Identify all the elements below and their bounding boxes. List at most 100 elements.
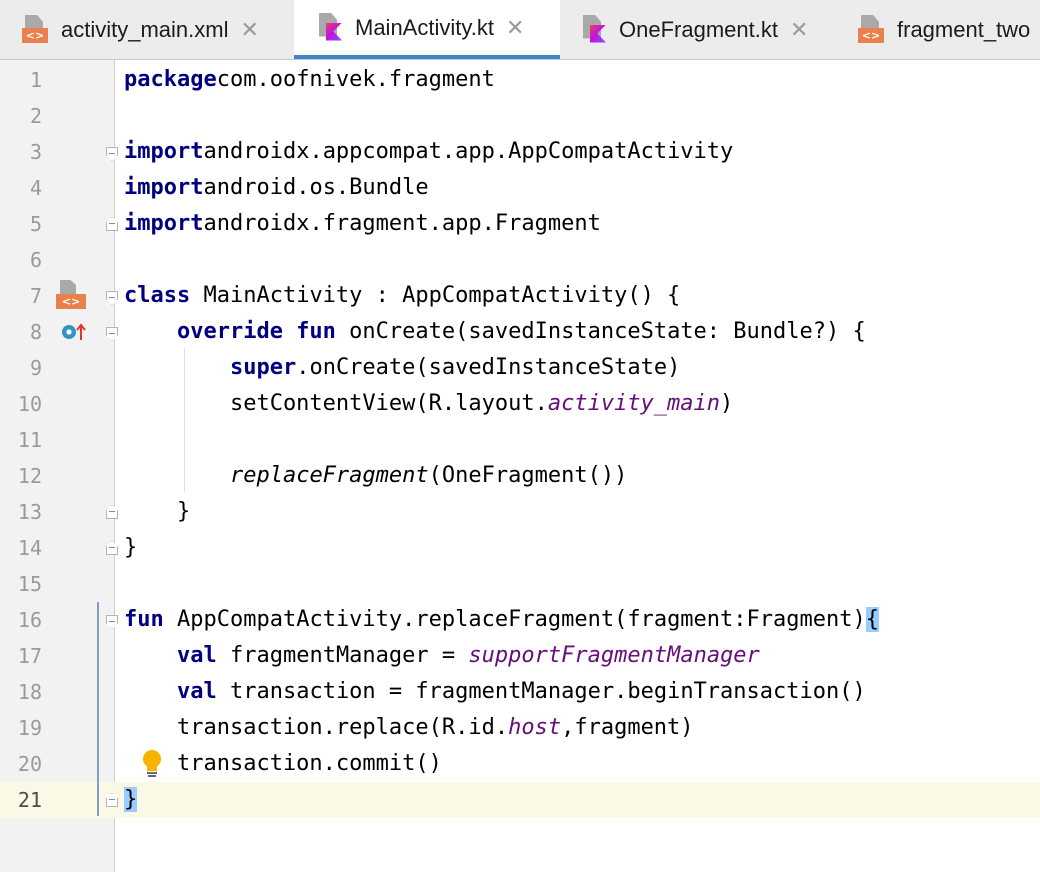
code-text[interactable]: transaction.commit() xyxy=(124,746,442,782)
code-token: ) xyxy=(720,391,734,416)
code-token: } xyxy=(124,787,138,812)
scope-indicator xyxy=(97,602,99,816)
line-number: 2 xyxy=(29,104,42,128)
keyword-token: class xyxy=(124,283,191,308)
code-line[interactable]: 19 transaction.replace(R.id.host,fragmen… xyxy=(0,710,1040,746)
line-number: 19 xyxy=(17,716,42,740)
code-token: androidx.fragment.app.Fragment xyxy=(203,211,601,236)
line-number: 3 xyxy=(29,140,42,164)
tab-label: OneFragment.kt xyxy=(619,16,778,42)
keyword-token: super xyxy=(229,355,297,380)
close-icon[interactable]: ✕ xyxy=(790,17,808,43)
code-line[interactable]: 18 val transaction = fragmentManager.beg… xyxy=(0,674,1040,710)
line-number: 1 xyxy=(29,68,42,92)
line-number: 20 xyxy=(17,752,42,776)
code-token: } xyxy=(124,535,138,560)
code-line[interactable]: 14} xyxy=(0,530,1040,566)
code-text[interactable]: val transaction = fragmentManager.beginT… xyxy=(124,674,866,710)
code-text[interactable]: packagecom.oofnivek.fragment xyxy=(124,62,495,98)
code-token: com.oofnivek.fragment xyxy=(216,67,495,92)
code-line[interactable]: 10 setContentView(R.layout.activity_main… xyxy=(0,386,1040,422)
code-token: .onCreate(savedInstanceState) xyxy=(296,355,681,380)
code-line[interactable]: 6 xyxy=(0,242,1040,278)
kotlin-file-icon xyxy=(316,12,342,43)
code-token: onCreate(savedInstanceState: Bundle?) { xyxy=(335,319,866,344)
line-number: 21 xyxy=(17,788,42,812)
code-line[interactable]: 11 xyxy=(0,422,1040,458)
close-icon[interactable]: ✕ xyxy=(506,15,524,41)
code-text[interactable]: } xyxy=(124,530,137,566)
indent-guide xyxy=(184,348,185,492)
tab-one-fragment-kt[interactable]: OneFragment.kt ✕ xyxy=(560,0,836,59)
code-line[interactable]: 15 xyxy=(0,566,1040,602)
code-line[interactable]: 21} xyxy=(0,782,1040,818)
code-line[interactable]: 4 importandroid.os.Bundle xyxy=(0,170,1040,206)
tab-label: activity_main.xml xyxy=(61,16,229,42)
code-text[interactable]: importandroid.os.Bundle xyxy=(124,170,429,206)
code-token: } xyxy=(124,499,191,524)
code-token: transaction = fragmentManager.beginTrans… xyxy=(216,679,866,704)
code-text[interactable]: replaceFragment(OneFragment()) xyxy=(124,458,627,494)
lightbulb-icon[interactable] xyxy=(142,750,162,778)
code-text[interactable]: importandroidx.appcompat.app.AppCompatAc… xyxy=(124,134,733,170)
code-line[interactable]: 1 packagecom.oofnivek.fragment xyxy=(0,62,1040,98)
code-text[interactable]: override fun onCreate(savedInstanceState… xyxy=(124,314,866,350)
line-number: 18 xyxy=(17,680,42,704)
code-line[interactable]: 13 } xyxy=(0,494,1040,530)
line-number: 10 xyxy=(17,392,42,416)
code-text[interactable]: setContentView(R.layout.activity_main) xyxy=(124,386,733,422)
code-line[interactable]: 5 importandroidx.fragment.app.Fragment xyxy=(0,206,1040,242)
xml-layout-icon[interactable]: <> xyxy=(56,280,86,310)
tab-main-activity-kt[interactable]: MainActivity.kt ✕ xyxy=(294,0,560,59)
code-token: supportFragmentManager xyxy=(468,643,760,668)
code-text[interactable]: class MainActivity : AppCompatActivity()… xyxy=(124,278,680,314)
code-text[interactable]: transaction.replace(R.id.host,fragment) xyxy=(124,710,694,746)
code-text[interactable]: super.onCreate(savedInstanceState) xyxy=(124,350,680,386)
code-text[interactable]: fun AppCompatActivity.replaceFragment(fr… xyxy=(124,602,879,638)
editor-tab-bar: <> activity_main.xml ✕ MainActivity.kt ✕… xyxy=(0,0,1040,60)
line-number: 16 xyxy=(17,608,42,632)
keyword-token: fun xyxy=(124,607,164,632)
keyword-token: import xyxy=(124,211,204,236)
override-method-icon[interactable] xyxy=(60,320,88,344)
code-text[interactable]: } xyxy=(124,494,190,530)
code-line[interactable]: 7 class MainActivity : AppCompatActivity(… xyxy=(0,278,1040,314)
tab-fragment-two-xml[interactable]: <> fragment_two xyxy=(836,0,1040,59)
tab-label: fragment_two xyxy=(897,16,1031,42)
code-text[interactable]: val fragmentManager = supportFragmentMan… xyxy=(124,638,760,674)
keyword-token: override fun xyxy=(176,319,336,344)
line-number: 15 xyxy=(17,572,42,596)
code-line[interactable]: 8 override fun onCreate(savedInstanceSta… xyxy=(0,314,1040,350)
line-number: 6 xyxy=(29,248,42,272)
code-text[interactable]: } xyxy=(124,782,138,818)
code-line[interactable]: 12 replaceFragment(OneFragment()) xyxy=(0,458,1040,494)
code-token: (OneFragment()) xyxy=(428,463,628,488)
keyword-token: package xyxy=(124,67,217,92)
code-line[interactable]: 17 val fragmentManager = supportFragment… xyxy=(0,638,1040,674)
keyword-token: import xyxy=(124,175,204,200)
code-line[interactable]: 2 xyxy=(0,98,1040,134)
kotlin-file-icon xyxy=(580,14,606,45)
tab-label: MainActivity.kt xyxy=(355,14,494,40)
close-icon[interactable]: ✕ xyxy=(240,17,258,43)
code-line[interactable]: 3 importandroidx.appcompat.app.AppCompatA… xyxy=(0,134,1040,170)
line-number: 11 xyxy=(17,428,42,452)
code-token: transaction.commit() xyxy=(124,751,442,776)
code-text[interactable]: importandroidx.fragment.app.Fragment xyxy=(124,206,601,242)
code-token: AppCompatActivity.replaceFragment(fragme… xyxy=(163,607,866,632)
keyword-token: val xyxy=(176,643,217,668)
line-number: 17 xyxy=(17,644,42,668)
code-line[interactable]: 9 super.onCreate(savedInstanceState) xyxy=(0,350,1040,386)
line-number: 9 xyxy=(29,356,42,380)
line-number: 7 xyxy=(29,284,42,308)
xml-file-icon: <> xyxy=(858,14,884,45)
tab-activity-main-xml[interactable]: <> activity_main.xml ✕ xyxy=(0,0,294,59)
code-token: android.os.Bundle xyxy=(203,175,429,200)
code-line[interactable]: 16 fun AppCompatActivity.replaceFragment(… xyxy=(0,602,1040,638)
code-token: ,fragment) xyxy=(561,715,694,740)
